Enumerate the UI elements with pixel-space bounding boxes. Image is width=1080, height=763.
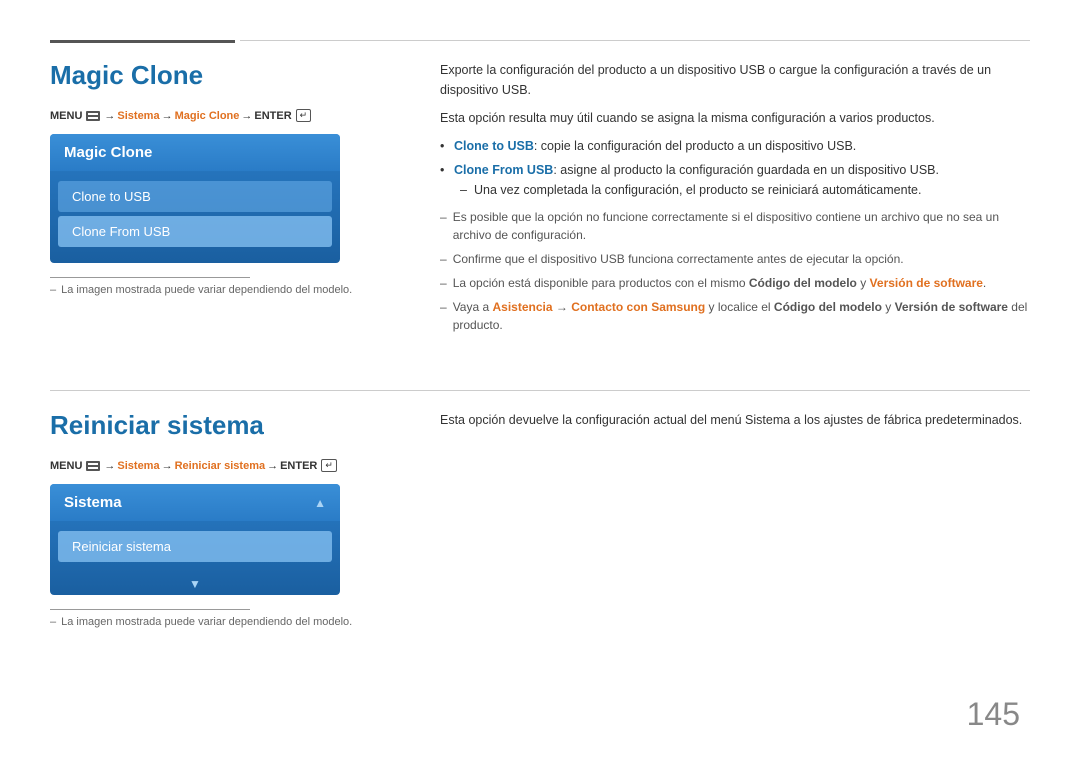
clone-from-usb-item[interactable]: Clone From USB xyxy=(58,216,332,247)
reiniciar-note: – La imagen mostrada puede variar depend… xyxy=(50,616,410,628)
clone-to-usb-item[interactable]: Clone to USB xyxy=(58,181,332,212)
page-number: 145 xyxy=(967,696,1020,733)
arrow-up-icon: ▲ xyxy=(314,496,326,510)
clone-to-usb-desc: : copie la configuración del producto a … xyxy=(534,139,856,153)
bottom-divider xyxy=(50,390,1030,391)
reiniciar-menu-sistema: Sistema xyxy=(117,460,159,472)
dash3-mid: y xyxy=(857,276,870,290)
arrow-down-container: ▼ xyxy=(50,572,340,595)
reiniciar-sistema-item[interactable]: Reiniciar sistema xyxy=(58,531,332,562)
magic-clone-menu-path: MENU → Sistema → Magic Clone → ENTER ↵ xyxy=(50,109,410,122)
clone-from-usb-desc: : asigne al producto la configuración gu… xyxy=(553,163,939,177)
menu-path-sistema: Sistema xyxy=(117,110,159,122)
reiniciar-menu-prefix: MENU xyxy=(50,460,82,472)
menu-path-enter: ENTER xyxy=(254,110,291,122)
reiniciar-menu-icon xyxy=(86,461,100,471)
reiniciar-left-section: Reiniciar sistema MENU → Sistema → Reini… xyxy=(50,410,410,628)
clone-from-usb-label: Clone From USB xyxy=(454,163,553,177)
magic-clone-panel: Magic Clone Clone to USB Clone From USB xyxy=(50,134,340,263)
reiniciar-enter-icon: ↵ xyxy=(321,459,337,472)
clone-to-usb-label: Clone to USB xyxy=(454,139,534,153)
reiniciar-panel-header-text: Sistema xyxy=(64,494,122,511)
dash4-link1: Asistencia xyxy=(493,300,553,314)
reiniciar-divider xyxy=(50,609,250,610)
magic-clone-note-text: La imagen mostrada puede variar dependie… xyxy=(61,284,352,296)
dash-note-2: Confirme que el dispositivo USB funciona… xyxy=(440,250,1030,268)
dash4-mid: y localice el xyxy=(705,300,774,314)
top-line-dark xyxy=(50,40,235,43)
reiniciar-desc: Esta opción devuelve la configuración ac… xyxy=(440,410,1030,430)
reiniciar-note-text: La imagen mostrada puede variar dependie… xyxy=(61,616,352,628)
magic-clone-divider xyxy=(50,277,250,278)
magic-clone-note: – La imagen mostrada puede variar depend… xyxy=(50,284,410,296)
magic-clone-desc1: Exporte la configuración del producto a … xyxy=(440,60,1030,100)
dash4-bold2: Versión de software xyxy=(895,300,1008,314)
bullet-item-clone-from-usb: Clone From USB: asigne al producto la co… xyxy=(440,160,1030,200)
dash4-mid2: y xyxy=(882,300,895,314)
reiniciar-panel: Sistema ▲ Reiniciar sistema ▼ xyxy=(50,484,340,595)
panel-header: Magic Clone xyxy=(50,134,340,171)
reiniciar-title: Reiniciar sistema xyxy=(50,410,410,441)
dash-note-1-text: Es posible que la opción no funcione cor… xyxy=(453,208,1030,244)
dash-note-2-text: Confirme que el dispositivo USB funciona… xyxy=(453,250,904,268)
dash3-bold2: Versión de software xyxy=(870,276,983,290)
dash4-link2: Contacto con Samsung xyxy=(571,300,705,314)
dash3-suffix: . xyxy=(983,276,986,290)
dash-note-1: Es posible que la opción no funcione cor… xyxy=(440,208,1030,244)
reiniciar-panel-header: Sistema ▲ xyxy=(50,484,340,521)
dash4-prefix: Vaya a xyxy=(453,300,493,314)
magic-clone-desc2: Esta opción resulta muy útil cuando se a… xyxy=(440,108,1030,128)
dash3-prefix: La opción está disponible para productos… xyxy=(453,276,749,290)
dash4-arrow: → xyxy=(553,300,572,314)
menu-path-prefix: MENU xyxy=(50,110,82,122)
menu-icon xyxy=(86,111,100,121)
bullet-item-clone-to-usb: Clone to USB: copie la configuración del… xyxy=(440,136,1030,156)
reiniciar-menu-enter: ENTER xyxy=(280,460,317,472)
dash4-bold1: Código del modelo xyxy=(774,300,882,314)
magic-clone-right-section: Exporte la configuración del producto a … xyxy=(440,60,1030,340)
dash3-bold1: Código del modelo xyxy=(749,276,857,290)
dash-note-4: Vaya a Asistencia → Contacto con Samsung… xyxy=(440,298,1030,334)
menu-path-magic-clone: Magic Clone xyxy=(175,110,240,122)
sub-bullet-restart: Una vez completada la configuración, el … xyxy=(454,180,1030,200)
dash-note-3: La opción está disponible para productos… xyxy=(440,274,1030,292)
magic-clone-bullet-list: Clone to USB: copie la configuración del… xyxy=(440,136,1030,200)
reiniciar-right-section: Esta opción devuelve la configuración ac… xyxy=(440,410,1030,438)
arrow-down-icon: ▼ xyxy=(189,577,201,591)
magic-clone-title: Magic Clone xyxy=(50,60,410,91)
top-line-light xyxy=(240,40,1030,41)
magic-clone-left-section: Magic Clone MENU → Sistema → Magic Clone… xyxy=(50,60,410,296)
reiniciar-menu-path: MENU → Sistema → Reiniciar sistema → ENT… xyxy=(50,459,410,472)
enter-icon: ↵ xyxy=(296,109,312,122)
reiniciar-menu-reiniciar: Reiniciar sistema xyxy=(175,460,266,472)
